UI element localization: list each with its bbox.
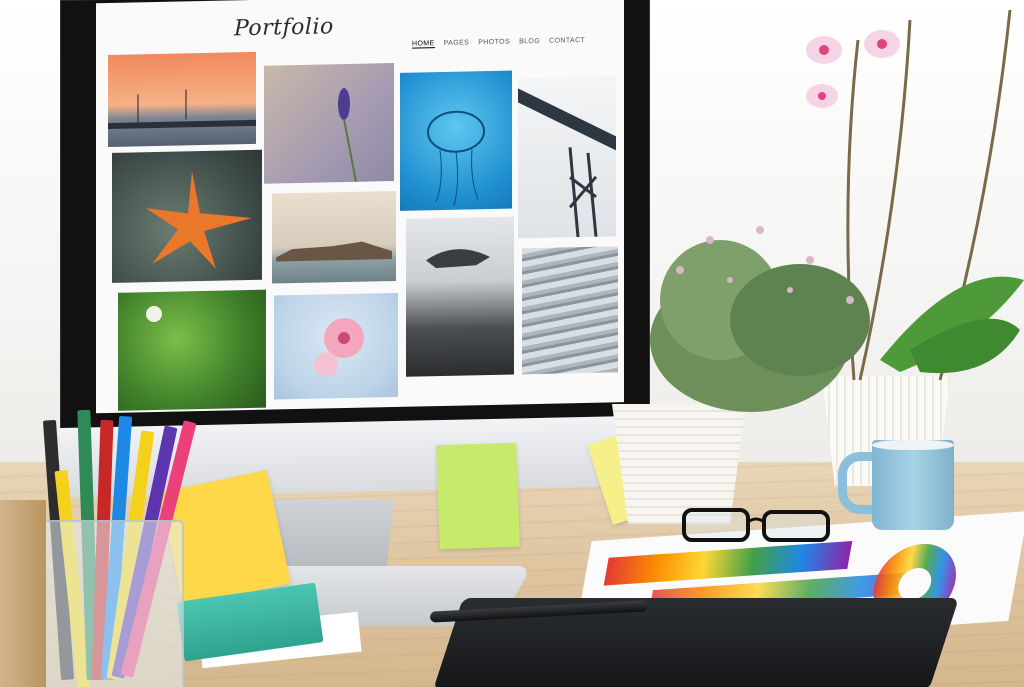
nav-pages[interactable]: PAGES bbox=[444, 39, 470, 48]
imac-monitor: Portfolio HOME PAGES PHOTOS BLOG CONTACT bbox=[60, 0, 650, 498]
wooden-box bbox=[0, 500, 46, 687]
eyeglasses bbox=[682, 508, 830, 542]
jellyfish-photo[interactable] bbox=[400, 70, 512, 211]
nav-photos[interactable]: PHOTOS bbox=[478, 39, 510, 48]
sea-waves-photo[interactable] bbox=[522, 246, 618, 375]
sticky-note-green[interactable] bbox=[436, 442, 520, 550]
site-header: Portfolio HOME PAGES PHOTOS BLOG CONTACT bbox=[96, 0, 624, 49]
harbor-sunset-photo[interactable] bbox=[108, 51, 256, 147]
heather-plant bbox=[650, 226, 870, 412]
pencil-cup bbox=[40, 520, 184, 687]
desk-scene: Portfolio HOME PAGES PHOTOS BLOG CONTACT bbox=[0, 0, 1024, 687]
green-leaves-photo[interactable] bbox=[118, 289, 266, 411]
lavender-flower-photo[interactable] bbox=[264, 63, 394, 184]
misty-village-photo[interactable] bbox=[406, 216, 514, 377]
coastal-town-photo[interactable] bbox=[272, 190, 396, 284]
site-nav: HOME PAGES PHOTOS BLOG CONTACT bbox=[412, 37, 585, 49]
nav-home[interactable]: HOME bbox=[412, 40, 435, 49]
nav-contact[interactable]: CONTACT bbox=[549, 37, 585, 46]
blue-mug bbox=[872, 440, 954, 530]
steel-structure-photo[interactable] bbox=[518, 76, 616, 239]
starfish-photo[interactable] bbox=[112, 149, 262, 283]
nav-blog[interactable]: BLOG bbox=[519, 38, 540, 46]
monitor-screen: Portfolio HOME PAGES PHOTOS BLOG CONTACT bbox=[96, 0, 624, 414]
pink-blossom-photo[interactable] bbox=[274, 292, 398, 400]
swatch-strip bbox=[603, 540, 853, 586]
site-logo[interactable]: Portfolio bbox=[234, 14, 334, 41]
